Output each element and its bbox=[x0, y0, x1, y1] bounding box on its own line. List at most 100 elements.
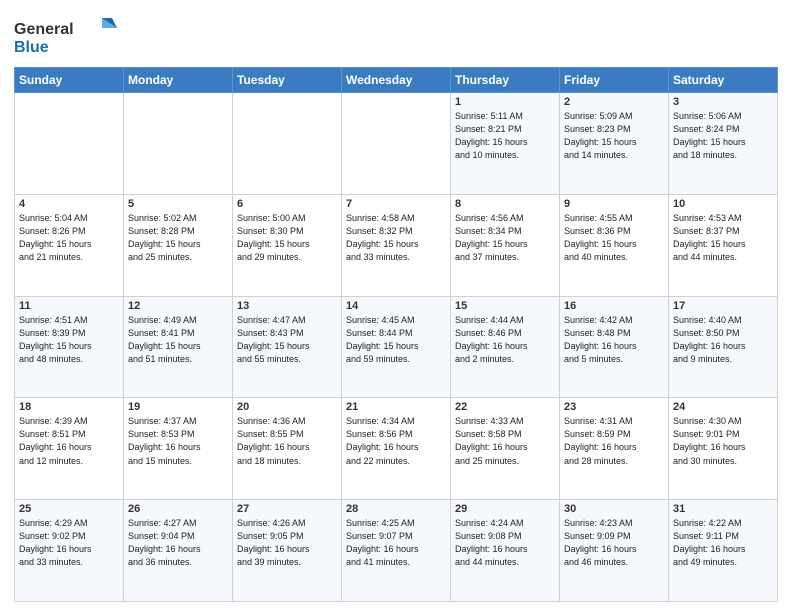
calendar-cell: 25 Sunrise: 4:29 AM Sunset: 9:02 PM Dayli… bbox=[15, 500, 124, 602]
day-info: Sunrise: 4:40 AM Sunset: 8:50 PM Dayligh… bbox=[673, 314, 773, 366]
calendar-cell: 9 Sunrise: 4:55 AM Sunset: 8:36 PM Daylig… bbox=[560, 194, 669, 296]
weekday-header-thursday: Thursday bbox=[451, 68, 560, 93]
day-info: Sunrise: 4:27 AM Sunset: 9:04 PM Dayligh… bbox=[128, 517, 228, 569]
day-number: 1 bbox=[455, 96, 555, 108]
calendar-week-3: 11 Sunrise: 4:51 AM Sunset: 8:39 PM Dayli… bbox=[15, 296, 778, 398]
day-number: 6 bbox=[237, 198, 337, 210]
calendar-cell: 1 Sunrise: 5:11 AM Sunset: 8:21 PM Daylig… bbox=[451, 93, 560, 195]
calendar-cell: 23 Sunrise: 4:31 AM Sunset: 8:59 PM Dayli… bbox=[560, 398, 669, 500]
day-number: 18 bbox=[19, 401, 119, 413]
day-number: 9 bbox=[564, 198, 664, 210]
day-info: Sunrise: 4:34 AM Sunset: 8:56 PM Dayligh… bbox=[346, 415, 446, 467]
day-info: Sunrise: 4:47 AM Sunset: 8:43 PM Dayligh… bbox=[237, 314, 337, 366]
calendar-cell: 12Sunrise: 4:49 AM Sunset: 8:41 PM Dayli… bbox=[124, 296, 233, 398]
day-number: 17 bbox=[673, 300, 773, 312]
weekday-header-row: SundayMondayTuesdayWednesdayThursdayFrid… bbox=[15, 68, 778, 93]
day-number: 24 bbox=[673, 401, 773, 413]
day-info: Sunrise: 4:24 AM Sunset: 9:08 PM Dayligh… bbox=[455, 517, 555, 569]
day-info: Sunrise: 4:51 AM Sunset: 8:39 PM Dayligh… bbox=[19, 314, 119, 366]
day-number: 26 bbox=[128, 503, 228, 515]
day-info: Sunrise: 4:23 AM Sunset: 9:09 PM Dayligh… bbox=[564, 517, 664, 569]
calendar-cell: 7 Sunrise: 4:58 AM Sunset: 8:32 PM Daylig… bbox=[342, 194, 451, 296]
calendar-cell: 11 Sunrise: 4:51 AM Sunset: 8:39 PM Dayli… bbox=[15, 296, 124, 398]
day-info: Sunrise: 4:56 AM Sunset: 8:34 PM Dayligh… bbox=[455, 212, 555, 264]
weekday-header-saturday: Saturday bbox=[669, 68, 778, 93]
day-info: Sunrise: 4:44 AM Sunset: 8:46 PM Dayligh… bbox=[455, 314, 555, 366]
calendar-cell: 29Sunrise: 4:24 AM Sunset: 9:08 PM Dayli… bbox=[451, 500, 560, 602]
calendar-cell: 5Sunrise: 5:02 AM Sunset: 8:28 PM Daylig… bbox=[124, 194, 233, 296]
logo-text: General Blue bbox=[14, 14, 124, 61]
calendar-cell: 14 Sunrise: 4:45 AM Sunset: 8:44 PM Dayli… bbox=[342, 296, 451, 398]
day-number: 8 bbox=[455, 198, 555, 210]
calendar-cell: 15 Sunrise: 4:44 AM Sunset: 8:46 PM Dayli… bbox=[451, 296, 560, 398]
calendar-cell: 24 Sunrise: 4:30 AM Sunset: 9:01 PM Dayli… bbox=[669, 398, 778, 500]
page: General Blue SundayMondayTuesdayWednesda… bbox=[0, 0, 792, 612]
day-info: Sunrise: 4:49 AM Sunset: 8:41 PM Dayligh… bbox=[128, 314, 228, 366]
day-info: Sunrise: 4:39 AM Sunset: 8:51 PM Dayligh… bbox=[19, 415, 119, 467]
day-number: 4 bbox=[19, 198, 119, 210]
calendar-cell: 20Sunrise: 4:36 AM Sunset: 8:55 PM Dayli… bbox=[233, 398, 342, 500]
day-info: Sunrise: 4:31 AM Sunset: 8:59 PM Dayligh… bbox=[564, 415, 664, 467]
day-info: Sunrise: 4:53 AM Sunset: 8:37 PM Dayligh… bbox=[673, 212, 773, 264]
weekday-header-sunday: Sunday bbox=[15, 68, 124, 93]
calendar-cell: 8 Sunrise: 4:56 AM Sunset: 8:34 PM Daylig… bbox=[451, 194, 560, 296]
header: General Blue bbox=[14, 10, 778, 61]
calendar-cell: 22 Sunrise: 4:33 AM Sunset: 8:58 PM Dayli… bbox=[451, 398, 560, 500]
day-info: Sunrise: 4:22 AM Sunset: 9:11 PM Dayligh… bbox=[673, 517, 773, 569]
day-number: 14 bbox=[346, 300, 446, 312]
day-info: Sunrise: 5:11 AM Sunset: 8:21 PM Dayligh… bbox=[455, 110, 555, 162]
calendar-week-1: 1 Sunrise: 5:11 AM Sunset: 8:21 PM Daylig… bbox=[15, 93, 778, 195]
day-info: Sunrise: 4:26 AM Sunset: 9:05 PM Dayligh… bbox=[237, 517, 337, 569]
calendar-cell: 16Sunrise: 4:42 AM Sunset: 8:48 PM Dayli… bbox=[560, 296, 669, 398]
weekday-header-monday: Monday bbox=[124, 68, 233, 93]
calendar-cell bbox=[342, 93, 451, 195]
calendar-cell bbox=[15, 93, 124, 195]
day-info: Sunrise: 4:37 AM Sunset: 8:53 PM Dayligh… bbox=[128, 415, 228, 467]
day-info: Sunrise: 4:29 AM Sunset: 9:02 PM Dayligh… bbox=[19, 517, 119, 569]
day-info: Sunrise: 4:55 AM Sunset: 8:36 PM Dayligh… bbox=[564, 212, 664, 264]
day-number: 25 bbox=[19, 503, 119, 515]
day-info: Sunrise: 5:00 AM Sunset: 8:30 PM Dayligh… bbox=[237, 212, 337, 264]
calendar-cell: 18 Sunrise: 4:39 AM Sunset: 8:51 PM Dayli… bbox=[15, 398, 124, 500]
day-number: 16 bbox=[564, 300, 664, 312]
day-number: 30 bbox=[564, 503, 664, 515]
logo: General Blue bbox=[14, 14, 124, 61]
calendar-cell: 27 Sunrise: 4:26 AM Sunset: 9:05 PM Dayli… bbox=[233, 500, 342, 602]
calendar-week-5: 25 Sunrise: 4:29 AM Sunset: 9:02 PM Dayli… bbox=[15, 500, 778, 602]
day-number: 28 bbox=[346, 503, 446, 515]
day-number: 3 bbox=[673, 96, 773, 108]
day-info: Sunrise: 5:06 AM Sunset: 8:24 PM Dayligh… bbox=[673, 110, 773, 162]
day-number: 21 bbox=[346, 401, 446, 413]
day-number: 15 bbox=[455, 300, 555, 312]
day-info: Sunrise: 5:02 AM Sunset: 8:28 PM Dayligh… bbox=[128, 212, 228, 264]
day-info: Sunrise: 4:30 AM Sunset: 9:01 PM Dayligh… bbox=[673, 415, 773, 467]
calendar-cell bbox=[233, 93, 342, 195]
calendar-cell: 26 Sunrise: 4:27 AM Sunset: 9:04 PM Dayli… bbox=[124, 500, 233, 602]
calendar-cell: 4 Sunrise: 5:04 AM Sunset: 8:26 PM Daylig… bbox=[15, 194, 124, 296]
day-info: Sunrise: 4:36 AM Sunset: 8:55 PM Dayligh… bbox=[237, 415, 337, 467]
day-info: Sunrise: 4:58 AM Sunset: 8:32 PM Dayligh… bbox=[346, 212, 446, 264]
day-number: 11 bbox=[19, 300, 119, 312]
calendar-cell bbox=[124, 93, 233, 195]
day-info: Sunrise: 4:33 AM Sunset: 8:58 PM Dayligh… bbox=[455, 415, 555, 467]
day-number: 19 bbox=[128, 401, 228, 413]
svg-text:Blue: Blue bbox=[14, 39, 49, 56]
day-number: 7 bbox=[346, 198, 446, 210]
calendar-table: SundayMondayTuesdayWednesdayThursdayFrid… bbox=[14, 67, 778, 602]
calendar-cell: 31 Sunrise: 4:22 AM Sunset: 9:11 PM Dayli… bbox=[669, 500, 778, 602]
day-info: Sunrise: 5:09 AM Sunset: 8:23 PM Dayligh… bbox=[564, 110, 664, 162]
svg-text:General: General bbox=[14, 21, 74, 38]
day-number: 31 bbox=[673, 503, 773, 515]
calendar-cell: 2 Sunrise: 5:09 AM Sunset: 8:23 PM Daylig… bbox=[560, 93, 669, 195]
day-info: Sunrise: 4:45 AM Sunset: 8:44 PM Dayligh… bbox=[346, 314, 446, 366]
calendar-cell: 6 Sunrise: 5:00 AM Sunset: 8:30 PM Daylig… bbox=[233, 194, 342, 296]
day-number: 27 bbox=[237, 503, 337, 515]
day-number: 2 bbox=[564, 96, 664, 108]
day-info: Sunrise: 5:04 AM Sunset: 8:26 PM Dayligh… bbox=[19, 212, 119, 264]
calendar-cell: 17 Sunrise: 4:40 AM Sunset: 8:50 PM Dayli… bbox=[669, 296, 778, 398]
day-number: 23 bbox=[564, 401, 664, 413]
calendar-cell: 30 Sunrise: 4:23 AM Sunset: 9:09 PM Dayli… bbox=[560, 500, 669, 602]
day-number: 22 bbox=[455, 401, 555, 413]
day-number: 10 bbox=[673, 198, 773, 210]
calendar-cell: 13Sunrise: 4:47 AM Sunset: 8:43 PM Dayli… bbox=[233, 296, 342, 398]
